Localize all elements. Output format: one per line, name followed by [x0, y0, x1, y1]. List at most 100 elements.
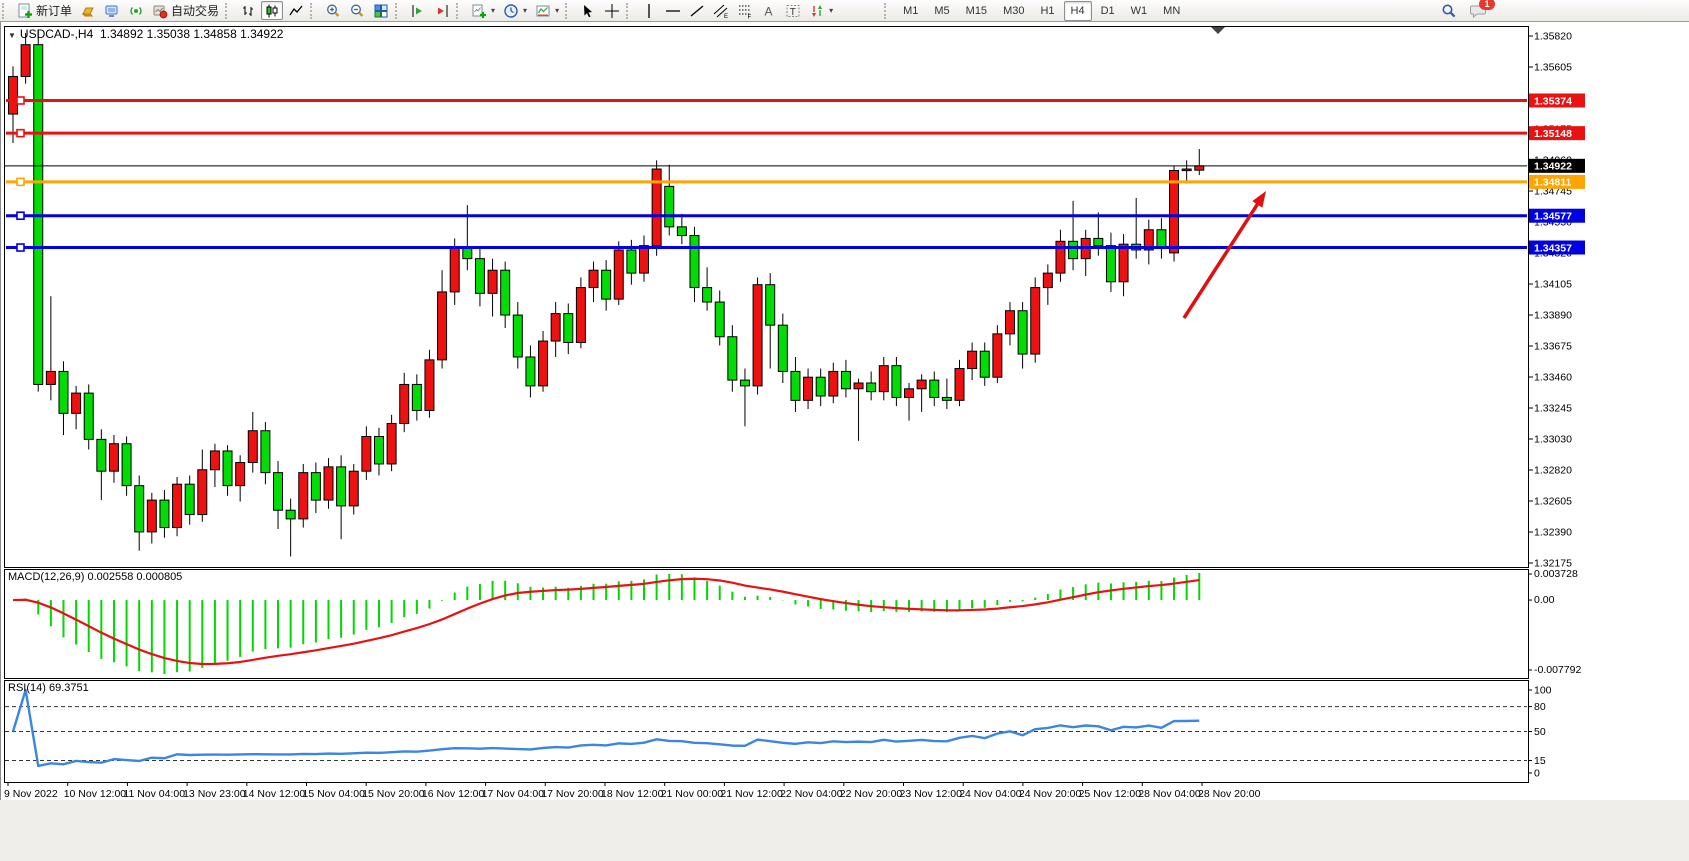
timeframe-button-h4[interactable]: H4 — [1064, 1, 1092, 21]
candle-body — [97, 439, 106, 471]
text-button[interactable]: A — [758, 1, 780, 20]
candle-body — [21, 45, 30, 77]
timeframe-button-d1[interactable]: D1 — [1094, 1, 1122, 21]
notification-badge[interactable]: 1 — [1479, 0, 1495, 10]
macd-indicator-label: MACD(12,26,9) 0.002558 0.000805 — [8, 571, 182, 583]
candle-body — [1005, 311, 1014, 334]
zoom-out-button[interactable] — [346, 1, 368, 20]
tile-windows-button[interactable] — [370, 1, 392, 20]
auto-trading-label: 自动交易 — [171, 2, 219, 19]
line-anchor-handle[interactable] — [17, 178, 24, 185]
toolbar-grip — [225, 3, 234, 19]
auto-scroll-button[interactable] — [431, 1, 453, 20]
candle-body — [614, 250, 623, 299]
candle-body — [867, 383, 876, 392]
new-order-button[interactable]: 新订单 — [14, 1, 75, 20]
new-chart-icon — [471, 3, 487, 19]
signal-button[interactable] — [125, 1, 147, 20]
candle-body — [46, 371, 55, 384]
candle-body — [501, 270, 510, 315]
zoom-in-button[interactable] — [322, 1, 344, 20]
dropdown-caret-icon: ▾ — [491, 6, 495, 15]
screens-button[interactable] — [101, 1, 123, 20]
candle-body — [526, 357, 535, 386]
search-button[interactable] — [1438, 1, 1460, 20]
candle-body — [804, 377, 813, 400]
candle-body — [955, 369, 964, 401]
rsi-pane[interactable] — [5, 681, 1529, 783]
svg-text:T: T — [790, 7, 796, 18]
zoom-in-icon — [325, 3, 341, 19]
notifications-button[interactable]: 1 — [1467, 1, 1490, 20]
horizontal-line-icon — [665, 3, 681, 19]
time-axis-label: 18 Nov 12:00 — [601, 788, 664, 800]
time-axis-label: 17 Nov 20:00 — [541, 788, 604, 800]
auto-trading-button[interactable]: 自动交易 — [149, 1, 222, 20]
horizontal-line-button[interactable] — [662, 1, 684, 20]
auto-scroll-icon — [434, 3, 450, 19]
candle-body — [728, 337, 737, 380]
timeframe-button-m1[interactable]: M1 — [896, 1, 925, 21]
rsi-value: 69.3751 — [49, 682, 89, 694]
candle-body — [84, 393, 93, 439]
trendline-button[interactable] — [686, 1, 708, 20]
text-label-button[interactable]: T — [782, 1, 804, 20]
candle-body — [387, 423, 396, 463]
candle-body — [198, 470, 207, 515]
fibonacci-button[interactable]: F — [734, 1, 756, 20]
price-chart-svg[interactable]: 1.358201.356051.353901.351751.349601.347… — [0, 22, 1689, 861]
periods-button[interactable]: ▾ — [500, 1, 530, 20]
candle-body — [930, 380, 939, 397]
timeframe-group: M1M5M15M30H1H4D1W1MN — [895, 1, 1188, 21]
equidistant-channel-button[interactable]: E — [710, 1, 732, 20]
candlestick-icon — [264, 3, 280, 19]
timeframe-button-m5[interactable]: M5 — [927, 1, 956, 21]
line-chart-icon — [288, 3, 304, 19]
price-tick-label: 1.32605 — [1534, 496, 1572, 508]
candle-body — [475, 259, 484, 294]
toolbar-grip — [456, 3, 465, 19]
line-anchor-handle[interactable] — [17, 130, 24, 137]
line-anchor-handle[interactable] — [17, 212, 24, 219]
macd-name: MACD(12,26,9) — [8, 571, 84, 583]
candle-body — [412, 384, 421, 410]
timeframe-button-w1[interactable]: W1 — [1124, 1, 1155, 21]
candle-body — [740, 380, 749, 386]
dropdown-caret-icon: ▾ — [555, 6, 559, 15]
bar-chart-button[interactable] — [237, 1, 259, 20]
candle-body — [980, 351, 989, 377]
gold-tool-button[interactable] — [77, 1, 99, 20]
new-chart-button[interactable]: ▾ — [468, 1, 498, 20]
timeframe-button-m15[interactable]: M15 — [959, 1, 994, 21]
toolbar-grip — [310, 3, 319, 19]
collapse-chart-icon[interactable]: ▼ — [8, 31, 16, 40]
templates-button[interactable]: ▾ — [532, 1, 562, 20]
timeframe-button-mn[interactable]: MN — [1156, 1, 1187, 21]
cursor-button[interactable] — [577, 1, 599, 20]
line-anchor-handle[interactable] — [17, 244, 24, 251]
candle-body — [892, 366, 901, 398]
candle-body — [400, 384, 409, 423]
candlestick-chart-button[interactable] — [261, 1, 283, 20]
time-axis-label: 21 Nov 12:00 — [720, 788, 783, 800]
chart-title-bar: ▼USDCAD-,H4 1.34892 1.35038 1.34858 1.34… — [8, 27, 283, 41]
line-anchor-handle[interactable] — [17, 97, 24, 104]
arrows-button[interactable]: ▾ — [806, 1, 836, 20]
timeframe-button-m30[interactable]: M30 — [996, 1, 1031, 21]
chart-shift-button[interactable] — [407, 1, 429, 20]
price-tick-label: 1.32390 — [1534, 527, 1572, 539]
svg-text:F: F — [748, 14, 752, 19]
toolbar-grip — [395, 3, 404, 19]
candle-body — [968, 351, 977, 368]
crosshair-button[interactable] — [601, 1, 623, 20]
vertical-line-button[interactable] — [638, 1, 660, 20]
time-axis-label: 24 Nov 04:00 — [959, 788, 1022, 800]
time-axis-label: 22 Nov 20:00 — [840, 788, 903, 800]
timeframe-button-h1[interactable]: H1 — [1033, 1, 1061, 21]
candle-body — [753, 285, 762, 386]
template-icon — [535, 3, 551, 19]
candle-body — [362, 436, 371, 471]
price-tick-label: 1.35605 — [1534, 62, 1572, 74]
candle-body — [1119, 244, 1128, 282]
line-chart-button[interactable] — [285, 1, 307, 20]
